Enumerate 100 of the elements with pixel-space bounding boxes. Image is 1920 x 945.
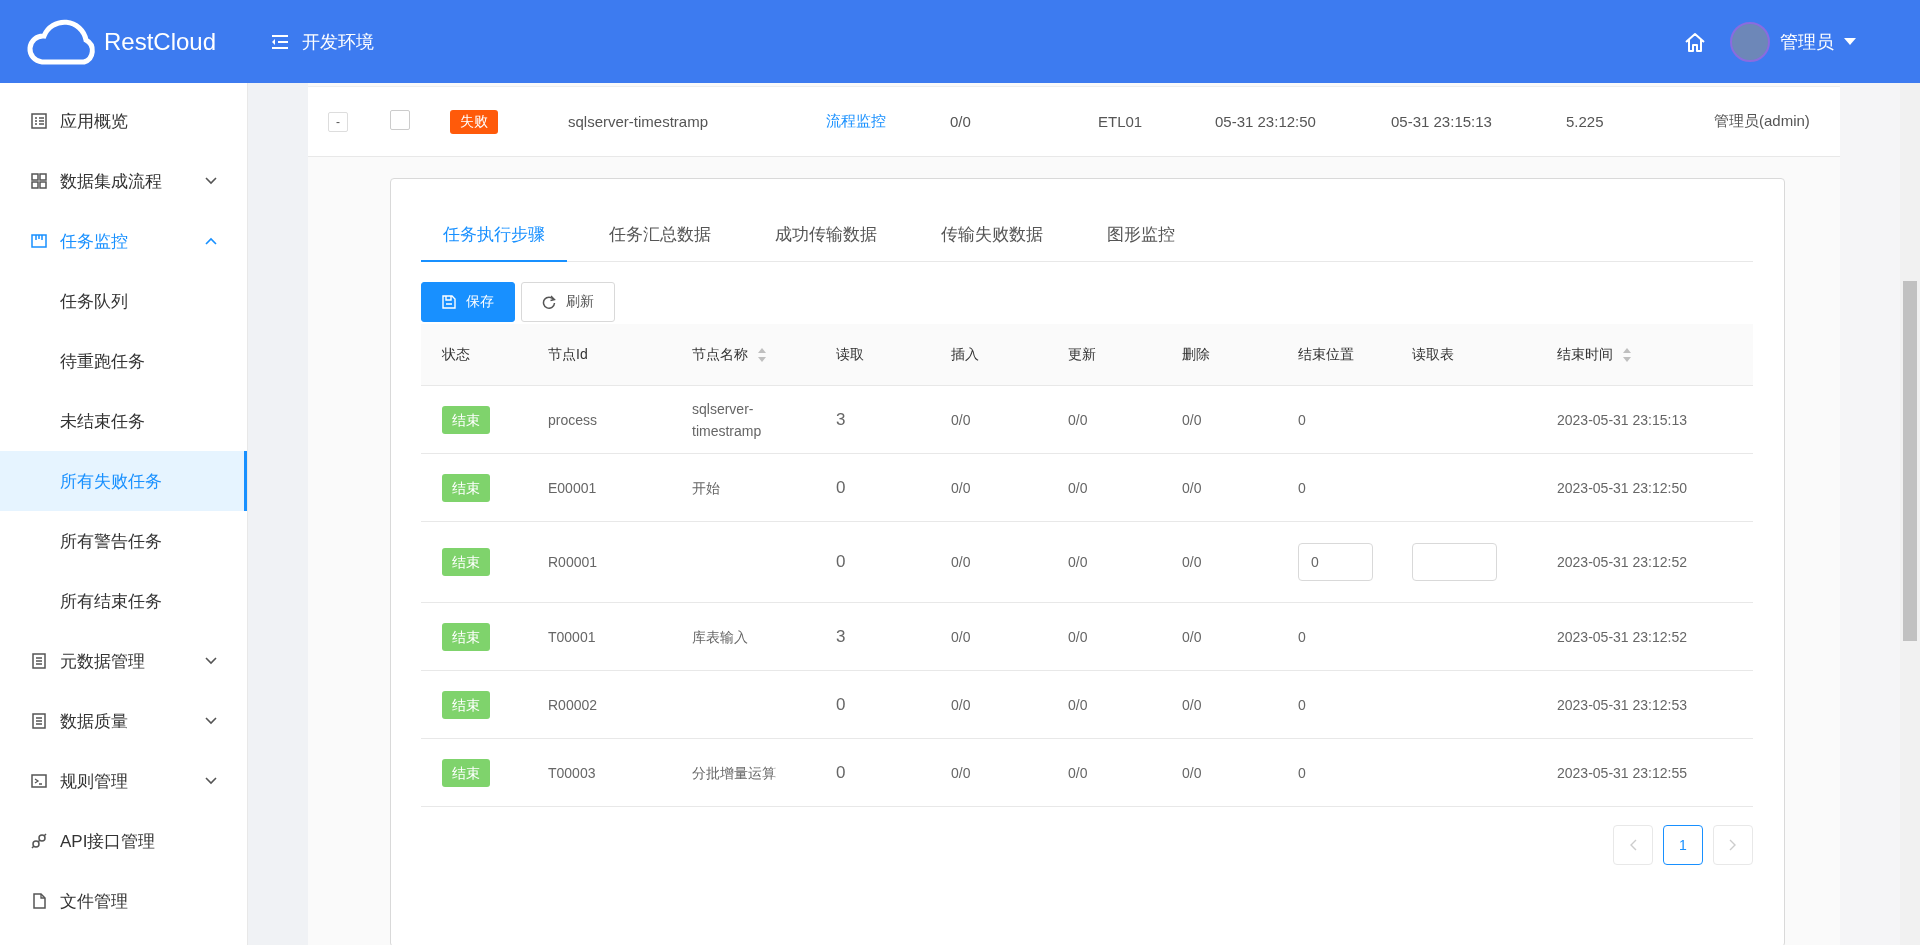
table-cell: 0/0 (1068, 554, 1088, 570)
table-cell: 库表输入 (692, 628, 748, 645)
column-header: 节点Id (548, 345, 588, 364)
table-cell: 0/0 (951, 696, 971, 713)
table-cell: 0/0 (951, 554, 971, 570)
table-cell: 0/0 (1068, 479, 1088, 496)
sidebar-item[interactable]: 所有警告任务 (0, 511, 247, 571)
tab[interactable]: 图形监控 (1085, 217, 1197, 262)
terminal-icon (30, 772, 48, 790)
table-cell: 0/0 (1182, 479, 1202, 496)
table-cell: process (548, 411, 598, 428)
table-cell: sqlserver-timestramp (692, 400, 762, 439)
chevron-down-icon (205, 657, 217, 665)
menu-toggle-button[interactable] (270, 33, 290, 50)
table-cell: 0/0 (950, 113, 971, 130)
task-name: sqlserver-timestramp (568, 113, 709, 130)
table-cell: 分批增量运算 (692, 764, 776, 781)
column-header[interactable]: 结束时间 (1557, 345, 1631, 364)
file-icon (30, 892, 48, 910)
sidebar-item[interactable]: 数据集成流程 (0, 151, 247, 211)
scrollbar[interactable] (1900, 83, 1920, 945)
table-cell: 0/0 (1068, 628, 1088, 645)
chevron-left-icon (1629, 839, 1637, 851)
refresh-button[interactable]: 刷新 (521, 282, 615, 322)
tab[interactable]: 传输失败数据 (919, 217, 1065, 262)
document-icon (30, 652, 48, 670)
sort-icon (1623, 347, 1631, 362)
collapse-toggle[interactable]: - (328, 111, 348, 132)
cloud-logo-icon (26, 17, 98, 66)
table-cell: 0 (1298, 479, 1306, 496)
table-cell: 05-31 23:12:50 (1215, 113, 1316, 130)
sidebar-item[interactable]: 待重跑任务 (0, 331, 247, 391)
table-cell: 0/0 (951, 411, 971, 428)
column-header[interactable]: 节点名称 (692, 345, 766, 364)
table-cell: 2023-05-31 23:12:52 (1557, 628, 1687, 645)
sidebar-item[interactable]: 文件管理 (0, 871, 247, 931)
chevron-down-icon (205, 717, 217, 725)
sidebar-item[interactable]: 未结束任务 (0, 391, 247, 451)
sidebar-item[interactable]: 规则管理 (0, 751, 247, 811)
menu-fold-icon (270, 33, 290, 50)
table-cell: 5.225 (1566, 113, 1604, 130)
tab[interactable]: 任务汇总数据 (587, 217, 733, 262)
table-cell: 0/0 (951, 628, 971, 645)
caret-icon (1844, 37, 1856, 46)
read-table-field[interactable] (1412, 543, 1497, 581)
sidebar-item[interactable]: 应用概览 (0, 91, 247, 151)
end-position-field[interactable]: 0 (1298, 543, 1373, 581)
table-cell: 0 (1298, 411, 1306, 428)
row-checkbox[interactable] (390, 110, 410, 130)
sidebar-item[interactable]: 数据质量 (0, 691, 247, 751)
table-cell: 0/0 (1182, 554, 1202, 570)
table-cell: 3 (836, 626, 846, 646)
table-cell: 0 (836, 694, 846, 714)
status-badge: 结束 (442, 690, 490, 719)
table-cell: 0/0 (1068, 411, 1088, 428)
table-cell: 3 (836, 409, 846, 429)
table-cell: 2023-05-31 23:15:13 (1557, 411, 1687, 428)
status-badge: 结束 (442, 405, 490, 434)
table-cell: ETL01 (1098, 113, 1143, 130)
chevron-down-icon (205, 177, 217, 185)
table-cell: 0 (836, 762, 846, 782)
table-cell: 0/0 (951, 479, 971, 496)
table-cell: R00001 (548, 554, 598, 570)
table-cell: 2023-05-31 23:12:50 (1557, 479, 1687, 496)
table-cell: 0 (1298, 628, 1306, 645)
table-cell: T00001 (548, 628, 596, 645)
link-icon (30, 832, 48, 850)
save-icon (442, 295, 456, 309)
refresh-icon (542, 295, 556, 309)
environment-label: 开发环境 (302, 30, 374, 54)
sidebar-item[interactable]: 所有结束任务 (0, 571, 247, 631)
chevron-up-icon (205, 237, 217, 245)
table-cell: 0/0 (1182, 696, 1202, 713)
column-header: 插入 (951, 345, 979, 364)
table-cell: 2023-05-31 23:12:55 (1557, 764, 1687, 781)
tab[interactable]: 成功传输数据 (753, 217, 899, 262)
column-header: 状态 (442, 345, 470, 364)
table-cell: 0/0 (1068, 696, 1088, 713)
scrollbar-thumb[interactable] (1903, 281, 1917, 641)
sort-icon (758, 347, 766, 362)
avatar (1730, 21, 1770, 62)
table-cell: 0 (836, 477, 846, 497)
column-header: 读取表 (1412, 345, 1454, 364)
sidebar-item[interactable]: 元数据管理 (0, 631, 247, 691)
home-button[interactable] (1684, 30, 1706, 53)
column-header: 结束位置 (1298, 345, 1354, 364)
table-cell: R00002 (548, 696, 598, 713)
monitor-icon (30, 232, 48, 250)
table-cell: 0 (836, 552, 846, 571)
status-badge: 结束 (442, 622, 490, 651)
sidebar-item[interactable]: 任务队列 (0, 271, 247, 331)
sidebar-item[interactable]: API接口管理 (0, 811, 247, 871)
grid-icon (30, 172, 48, 190)
table-cell: 0/0 (1182, 411, 1202, 428)
table-cell: E00001 (548, 479, 597, 496)
status-badge: 失败 (450, 109, 498, 134)
status-badge: 结束 (442, 548, 490, 576)
status-badge: 结束 (442, 758, 490, 787)
table-cell: 0/0 (1182, 628, 1202, 645)
user-menu[interactable]: 管理员 (1730, 21, 1856, 62)
